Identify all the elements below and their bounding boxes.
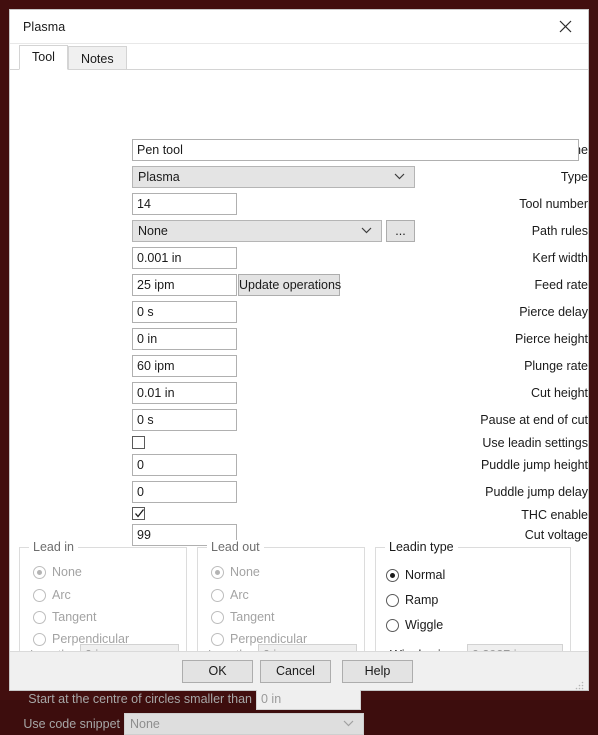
- name-input[interactable]: Pen tool: [132, 139, 579, 161]
- radio-label: Normal: [405, 568, 446, 582]
- path-rules-browse-button[interactable]: ...: [386, 220, 415, 242]
- lead-out-option-none[interactable]: None: [211, 563, 260, 581]
- cut-height-label: Cut height: [531, 386, 588, 400]
- radio-icon: [386, 618, 399, 632]
- title-bar: Plasma: [10, 10, 588, 44]
- start-centre-input[interactable]: 0 in: [256, 688, 361, 710]
- lead-in-option-none[interactable]: None: [33, 563, 82, 581]
- radio-icon: [33, 610, 46, 624]
- leadin-type-group-title: Leadin type: [385, 540, 458, 554]
- lead-in-option-tangent[interactable]: Tangent: [33, 608, 96, 626]
- puddle-jump-delay-input[interactable]: 0: [132, 481, 237, 503]
- radio-icon: [386, 568, 399, 582]
- type-select[interactable]: Plasma: [132, 166, 415, 188]
- radio-label: Tangent: [230, 610, 275, 624]
- window-title: Plasma: [23, 19, 66, 34]
- radio-icon: [33, 565, 46, 579]
- radio-label: Wiggle: [405, 618, 444, 632]
- feed-rate-label: Feed rate: [534, 278, 588, 292]
- radio-icon: [33, 588, 46, 602]
- chevron-down-icon: [361, 221, 373, 241]
- chevron-down-icon: [343, 714, 355, 734]
- code-snippet-label: Use code snippet: [23, 717, 120, 731]
- tool-settings-panel: Name Pen tool Type Plasma Tool number 14…: [10, 69, 588, 735]
- pierce-delay-input[interactable]: 0 s: [132, 301, 237, 323]
- tab-tool[interactable]: Tool: [19, 45, 68, 70]
- thc-enable-checkbox[interactable]: [132, 507, 145, 520]
- pierce-delay-label: Pierce delay: [519, 305, 588, 319]
- radio-label: Ramp: [405, 593, 439, 607]
- code-snippet-select[interactable]: None: [124, 713, 364, 735]
- check-icon: [135, 509, 145, 518]
- pierce-height-label: Pierce height: [515, 332, 588, 346]
- pause-end-cut-label: Pause at end of cut: [480, 413, 588, 427]
- resize-grip[interactable]: [574, 677, 584, 690]
- lead-in-group: Lead in None Arc Tangent Perpendicular: [19, 540, 187, 667]
- radio-icon: [211, 610, 224, 624]
- radio-label: None: [230, 565, 260, 579]
- tool-number-label: Tool number: [519, 197, 588, 211]
- lead-in-option-arc[interactable]: Arc: [33, 586, 71, 604]
- help-button[interactable]: Help: [342, 660, 413, 683]
- type-select-value: Plasma: [138, 170, 180, 184]
- dialog-button-bar: OK Cancel Help: [10, 651, 588, 690]
- lead-out-option-arc[interactable]: Arc: [211, 586, 249, 604]
- plunge-rate-label: Plunge rate: [524, 359, 588, 373]
- ok-button[interactable]: OK: [182, 660, 253, 683]
- lead-out-group-title: Lead out: [207, 540, 264, 554]
- puddle-jump-height-input[interactable]: 0: [132, 454, 237, 476]
- tab-notes[interactable]: Notes: [67, 46, 127, 70]
- tab-bar: Tool Notes: [10, 44, 588, 70]
- leadin-type-option-wiggle[interactable]: Wiggle: [386, 616, 443, 634]
- path-rules-label: Path rules: [531, 224, 588, 238]
- lead-out-group: Lead out None Arc Tangent Perpendicular: [197, 540, 365, 667]
- type-label: Type: [560, 170, 588, 184]
- radio-label: Tangent: [52, 610, 97, 624]
- cut-voltage-label: Cut voltage: [524, 528, 588, 542]
- desktop-backdrop: Plasma Tool Notes Name Pen tool Type Pla…: [0, 0, 598, 735]
- puddle-jump-delay-label: Puddle jump delay: [485, 485, 588, 499]
- pause-end-cut-input[interactable]: 0 s: [132, 409, 237, 431]
- radio-label: Arc: [52, 588, 71, 602]
- plasma-tool-dialog: Plasma Tool Notes Name Pen tool Type Pla…: [9, 9, 589, 735]
- radio-label: Arc: [230, 588, 249, 602]
- update-operations-button[interactable]: Update operations: [238, 274, 341, 296]
- code-snippet-value: None: [130, 717, 160, 731]
- path-rules-select[interactable]: None: [132, 220, 382, 242]
- radio-icon: [211, 565, 224, 579]
- kerf-width-input[interactable]: 0.001 in: [132, 247, 237, 269]
- lead-in-group-title: Lead in: [29, 540, 79, 554]
- plunge-rate-input[interactable]: 60 ipm: [132, 355, 237, 377]
- radio-icon: [386, 593, 399, 607]
- start-centre-label: Start at the centre of circles smaller t…: [28, 692, 252, 706]
- use-leadin-label: Use leadin settings: [482, 436, 588, 450]
- leadin-type-group: Leadin type Normal Ramp Wiggle Wiggle si…: [375, 540, 571, 667]
- use-leadin-checkbox[interactable]: [132, 436, 145, 449]
- radio-label: None: [52, 565, 82, 579]
- radio-icon: [211, 588, 224, 602]
- path-rules-value: None: [138, 224, 168, 238]
- feed-rate-input[interactable]: 25 ipm: [132, 274, 237, 296]
- cancel-button[interactable]: Cancel: [260, 660, 331, 683]
- kerf-width-label: Kerf width: [532, 251, 588, 265]
- pierce-height-input[interactable]: 0 in: [132, 328, 237, 350]
- puddle-jump-height-label: Puddle jump height: [480, 458, 588, 472]
- lead-out-option-tangent[interactable]: Tangent: [211, 608, 274, 626]
- thc-enable-label: THC enable: [521, 508, 588, 522]
- close-icon[interactable]: [543, 10, 588, 42]
- leadin-type-option-ramp[interactable]: Ramp: [386, 591, 438, 609]
- chevron-down-icon: [394, 167, 406, 187]
- cut-height-input[interactable]: 0.01 in: [132, 382, 237, 404]
- leadin-type-option-normal[interactable]: Normal: [386, 566, 445, 584]
- tool-number-input[interactable]: 14: [132, 193, 237, 215]
